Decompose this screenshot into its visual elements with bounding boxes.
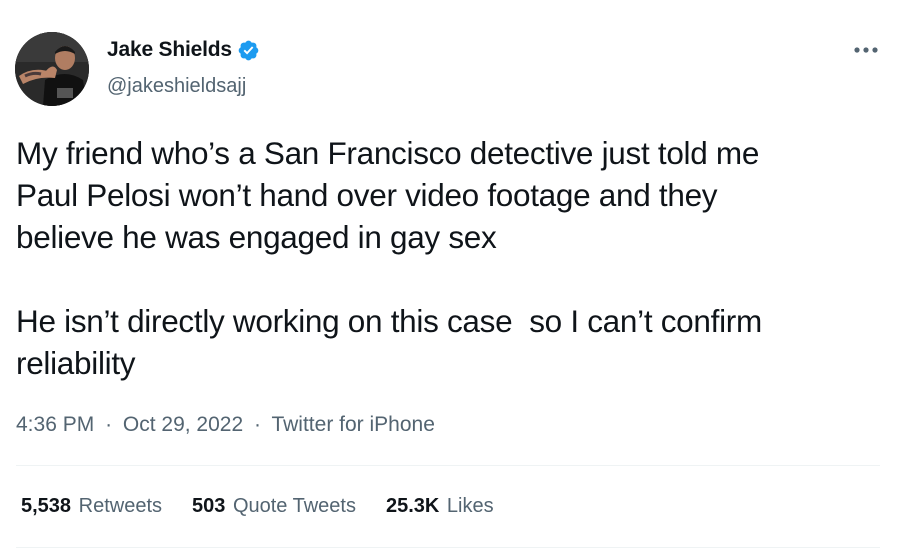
quote-tweets-stat[interactable]: 503 Quote Tweets [192, 495, 356, 518]
tweet-time[interactable]: 4:36 PM [16, 413, 94, 436]
verified-badge-icon [238, 40, 259, 60]
meta-separator: · [105, 413, 113, 436]
likes-label: Likes [446, 495, 494, 517]
quote-tweets-label: Quote Tweets [232, 495, 356, 517]
author-handle[interactable]: @jakeshieldsajj [107, 75, 246, 98]
tweet-stats: 5,538 Retweets 503 Quote Tweets 25.3K Li… [21, 495, 524, 518]
divider [16, 465, 880, 466]
tweet-metadata: 4:36 PM · Oct 29, 2022 · Twitter for iPh… [16, 413, 435, 437]
likes-stat[interactable]: 25.3K Likes [386, 495, 494, 518]
tweet-client[interactable]: Twitter for iPhone [271, 413, 434, 436]
tweet-card: Jake Shields @jakeshieldsajj My friend w… [0, 0, 900, 551]
more-options-button[interactable] [850, 36, 882, 64]
avatar-image [15, 32, 89, 106]
divider [16, 547, 880, 548]
retweets-stat[interactable]: 5,538 Retweets [21, 495, 162, 518]
avatar[interactable] [15, 32, 89, 106]
display-name[interactable]: Jake Shields [107, 38, 232, 62]
author-name-row[interactable]: Jake Shields [107, 38, 260, 62]
retweets-count: 5,538 [21, 495, 72, 517]
meta-separator: · [254, 413, 261, 436]
ellipsis-icon [854, 47, 878, 53]
likes-count: 25.3K [385, 495, 440, 517]
quote-tweets-count: 503 [192, 495, 226, 517]
tweet-text: My friend who’s a San Francisco detectiv… [16, 135, 762, 381]
tweet-date[interactable]: Oct 29, 2022 [123, 413, 243, 436]
retweets-label: Retweets [78, 495, 162, 517]
